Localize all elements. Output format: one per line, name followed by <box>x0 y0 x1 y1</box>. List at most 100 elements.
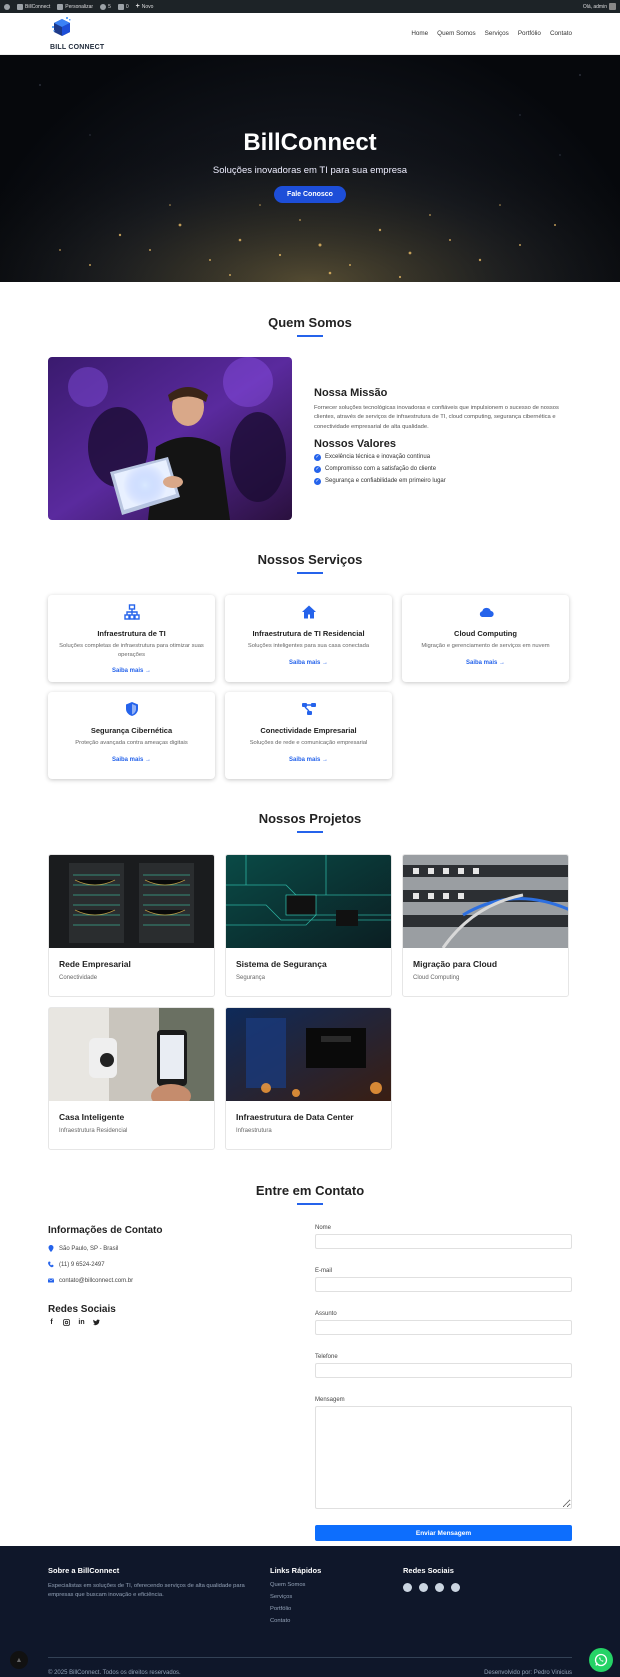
contact-title: Entre em Contato <box>255 1183 365 1198</box>
cloud-icon <box>479 607 494 618</box>
contact-section: Entre em Contato Informações de Contato … <box>0 1150 620 1541</box>
logo-text: BILL CONNECT <box>50 43 105 51</box>
facebook-icon[interactable]: f <box>48 1319 55 1326</box>
services-section: Nossos Serviços Infraestrutura de TI Sol… <box>0 520 620 779</box>
server-rack-photo <box>49 855 214 948</box>
shield-icon <box>125 702 138 716</box>
saiba-mais-link[interactable]: Saiba mais → <box>112 668 151 674</box>
twitter-icon[interactable] <box>93 1319 100 1326</box>
project-title: Sistema de Segurança <box>236 959 327 969</box>
smart-lock-photo <box>49 1008 214 1101</box>
email-label: E-mail <box>315 1268 333 1274</box>
admin-comments-link[interactable]: 0 <box>117 3 129 10</box>
mission-text: Fornecer soluções tecnológicas inovadora… <box>314 405 559 430</box>
saiba-mais-link[interactable]: Saiba mais → <box>289 660 328 666</box>
title-underline <box>297 335 323 337</box>
project-title: Casa Inteligente <box>59 1112 125 1122</box>
map-pin-icon <box>48 1245 54 1252</box>
saiba-mais-link[interactable]: Saiba mais → <box>466 660 505 666</box>
footer-link-portfolio[interactable]: Portfólio <box>270 1606 403 1612</box>
project-card[interactable]: Rede Empresarial Conectividade <box>48 854 215 997</box>
nav-quem-somos[interactable]: Quem Somos <box>437 30 476 37</box>
name-field[interactable] <box>315 1234 572 1249</box>
project-card[interactable]: Migração para Cloud Cloud Computing <box>402 854 569 997</box>
message-label: Mensagem <box>315 1397 345 1403</box>
check-circle-icon: ✓ <box>314 453 321 461</box>
project-category: Infraestrutura <box>236 1128 272 1134</box>
footer-links-title: Links Rápidos <box>270 1566 322 1575</box>
nav-contato[interactable]: Contato <box>550 30 572 37</box>
service-card: Cloud Computing Migração e gerenciamento… <box>402 595 569 682</box>
admin-account-link[interactable]: Olá, admin <box>583 3 616 10</box>
site-header: BILL CONNECT Home Quem Somos Serviços Po… <box>0 13 620 55</box>
saiba-mais-link[interactable]: Saiba mais → <box>112 757 151 763</box>
admin-site-link[interactable]: BillConnect <box>17 3 50 10</box>
footer-link-contato[interactable]: Contato <box>270 1618 403 1624</box>
title-underline <box>297 572 323 574</box>
updates-icon <box>100 3 107 10</box>
site-footer: Sobre a BillConnect Especialistas em sol… <box>0 1546 620 1677</box>
message-field[interactable] <box>315 1406 572 1509</box>
subject-label: Assunto <box>315 1311 337 1317</box>
projects-section: Nossos Projetos Rede Empresarial Conecti… <box>0 779 620 1150</box>
footer-social-title: Redes Sociais <box>403 1566 454 1575</box>
submit-button[interactable]: Enviar Mensagem <box>315 1525 572 1541</box>
contact-phone: (11) 9 6524-2497 <box>48 1261 288 1268</box>
twitter-icon[interactable] <box>451 1583 460 1592</box>
motherboard-photo <box>226 1008 391 1101</box>
facebook-icon[interactable] <box>403 1583 412 1592</box>
nav-servicos[interactable]: Serviços <box>485 30 509 37</box>
about-title: Quem Somos <box>268 315 352 330</box>
contact-email: contato@billconnect.com.br <box>48 1277 288 1284</box>
wp-logo-icon[interactable] <box>4 3 10 10</box>
main-nav: Home Quem Somos Serviços Portfólio Conta… <box>411 30 572 37</box>
back-to-top-button[interactable]: ▲ <box>10 1651 28 1669</box>
project-title: Infraestrutura de Data Center <box>236 1112 354 1122</box>
service-card: Conectividade Empresarial Soluções de re… <box>225 692 392 779</box>
list-item: ✓ Segurança e confiabilidade em primeiro … <box>314 477 446 485</box>
footer-link-quem-somos[interactable]: Quem Somos <box>270 1582 403 1588</box>
footer-links: Quem Somos Serviços Portfólio Contato <box>270 1582 403 1624</box>
arrow-right-icon: → <box>145 756 152 763</box>
projects-title: Nossos Projetos <box>258 811 362 826</box>
admin-updates-link[interactable]: 5 <box>100 3 111 10</box>
instagram-icon[interactable] <box>419 1583 428 1592</box>
whatsapp-button[interactable] <box>589 1648 613 1672</box>
admin-new-link[interactable]: + Novo <box>136 3 154 10</box>
project-category: Cloud Computing <box>413 975 460 981</box>
admin-customize-link[interactable]: Personalizar <box>57 3 93 10</box>
footer-social-links <box>403 1583 460 1592</box>
connection-icon <box>301 703 316 715</box>
hero-section: BillConnect Soluções inovadoras em TI pa… <box>0 55 620 282</box>
project-card[interactable]: Sistema de Segurança Segurança <box>225 854 392 997</box>
email-field[interactable] <box>315 1277 572 1292</box>
linkedin-icon[interactable] <box>435 1583 444 1592</box>
project-card[interactable]: Casa Inteligente Infraestrutura Residenc… <box>48 1007 215 1150</box>
hero-title: BillConnect <box>243 128 377 156</box>
phone-icon <box>48 1261 54 1268</box>
values-title: Nossos Valores <box>314 437 396 450</box>
site-logo[interactable]: BILL CONNECT <box>48 16 105 51</box>
saiba-mais-link[interactable]: Saiba mais → <box>289 757 328 763</box>
contact-cta-button[interactable]: Fale Conosco <box>274 185 346 203</box>
envelope-icon <box>48 1278 54 1283</box>
contact-form: Nome E-mail Assunto Telefone Mensagem En… <box>315 1225 572 1541</box>
project-category: Infraestrutura Residencial <box>59 1128 128 1134</box>
arrow-right-icon: → <box>322 659 329 666</box>
contact-info-title: Informações de Contato <box>48 1225 163 1236</box>
about-photo <box>48 357 292 520</box>
check-circle-icon: ✓ <box>314 465 321 473</box>
instagram-icon[interactable] <box>63 1319 70 1326</box>
phone-label: Telefone <box>315 1354 338 1360</box>
values-list: ✓ Excelência técnica e inovação contínua … <box>314 453 572 485</box>
nav-portfolio[interactable]: Portfólio <box>518 30 541 37</box>
footer-link-servicos[interactable]: Serviços <box>270 1594 403 1600</box>
phone-field[interactable] <box>315 1363 572 1378</box>
linkedin-icon[interactable]: in <box>78 1319 85 1326</box>
subject-field[interactable] <box>315 1320 572 1335</box>
project-card[interactable]: Infraestrutura de Data Center Infraestru… <box>225 1007 392 1150</box>
nav-home[interactable]: Home <box>411 30 428 37</box>
title-underline <box>297 831 323 833</box>
brush-icon <box>57 3 64 10</box>
footer-about-text: Especialistas em soluções de TI, oferece… <box>48 1583 245 1599</box>
